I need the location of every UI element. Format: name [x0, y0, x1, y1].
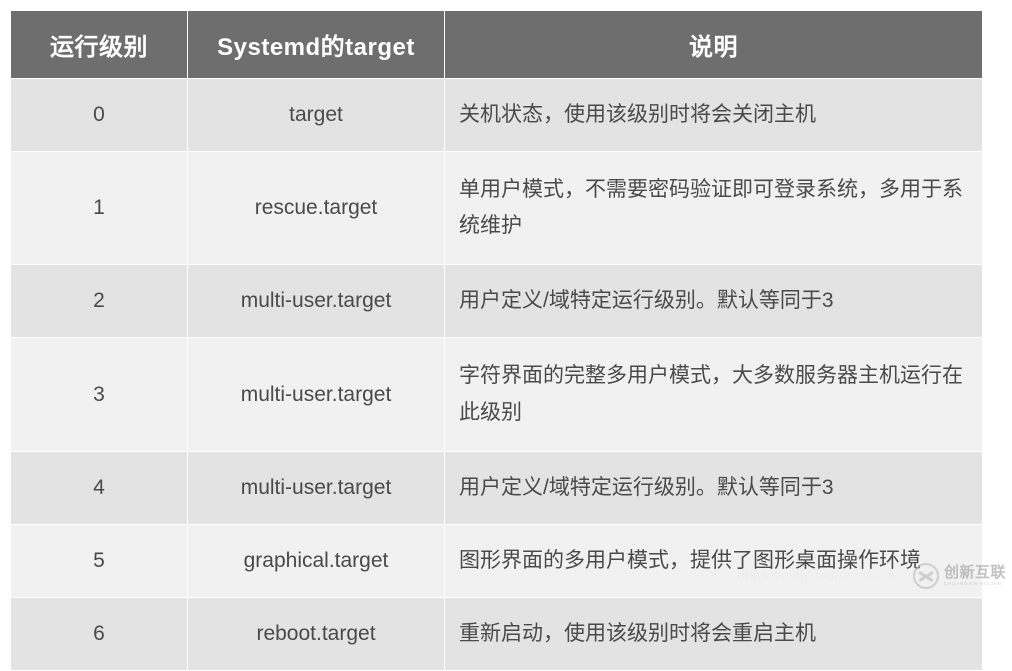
table-row: 2 multi-user.target 用户定义/域特定运行级别。默认等同于3 — [11, 265, 982, 338]
cell-description: 图形界面的多用户模式，提供了图形桌面操作环境 — [445, 524, 982, 597]
page-root: 运行级别 Systemd的target 说明 0 target 关机状态，使用该级别… — [0, 0, 1012, 671]
cell-systemd-target: multi-user.target — [188, 338, 444, 451]
column-header-description: 说明 — [445, 11, 982, 78]
table-body: 0 target 关机状态，使用该级别时将会关闭主机 1 rescue.target 单用… — [11, 79, 982, 670]
table-row: 4 multi-user.target 用户定义/域特定运行级别。默认等同于3 — [11, 451, 982, 524]
table-row: 3 multi-user.target 字符界面的完整多用户模式，大多数服务器主机运… — [11, 338, 982, 451]
cell-systemd-target: target — [188, 79, 444, 152]
cell-runlevel: 6 — [11, 597, 187, 670]
cell-description: 重新启动，使用该级别时将会重启主机 — [445, 597, 982, 670]
cell-systemd-target: multi-user.target — [188, 451, 444, 524]
cell-description: 单用户模式，不需要密码验证即可登录系统，多用于系统维护 — [445, 152, 982, 265]
cell-runlevel: 1 — [11, 152, 187, 265]
cell-systemd-target: multi-user.target — [188, 265, 444, 338]
runlevel-target-table: 运行级别 Systemd的target 说明 0 target 关机状态，使用该级别… — [10, 10, 983, 671]
cell-description: 用户定义/域特定运行级别。默认等同于3 — [445, 265, 982, 338]
table-header-row: 运行级别 Systemd的target 说明 — [11, 11, 982, 78]
cell-runlevel: 5 — [11, 524, 187, 597]
cell-runlevel: 4 — [11, 451, 187, 524]
table-header: 运行级别 Systemd的target 说明 — [11, 11, 982, 78]
cell-systemd-target: reboot.target — [188, 597, 444, 670]
cell-description: 用户定义/域特定运行级别。默认等同于3 — [445, 451, 982, 524]
column-header-runlevel: 运行级别 — [11, 11, 187, 78]
table-row: 1 rescue.target 单用户模式，不需要密码验证即可登录系统，多用于系统维… — [11, 152, 982, 265]
table-row: 0 target 关机状态，使用该级别时将会关闭主机 — [11, 79, 982, 152]
cell-runlevel: 3 — [11, 338, 187, 451]
cell-runlevel: 2 — [11, 265, 187, 338]
cell-systemd-target: graphical.target — [188, 524, 444, 597]
cell-runlevel: 0 — [11, 79, 187, 152]
cell-systemd-target: rescue.target — [188, 152, 444, 265]
table-row: 5 graphical.target 图形界面的多用户模式，提供了图形桌面操作环境 — [11, 524, 982, 597]
column-header-systemd-target: Systemd的target — [188, 11, 444, 78]
cell-description: 字符界面的完整多用户模式，大多数服务器主机运行在此级别 — [445, 338, 982, 451]
cell-description: 关机状态，使用该级别时将会关闭主机 — [445, 79, 982, 152]
table-row: 6 reboot.target 重新启动，使用该级别时将会重启主机 — [11, 597, 982, 670]
